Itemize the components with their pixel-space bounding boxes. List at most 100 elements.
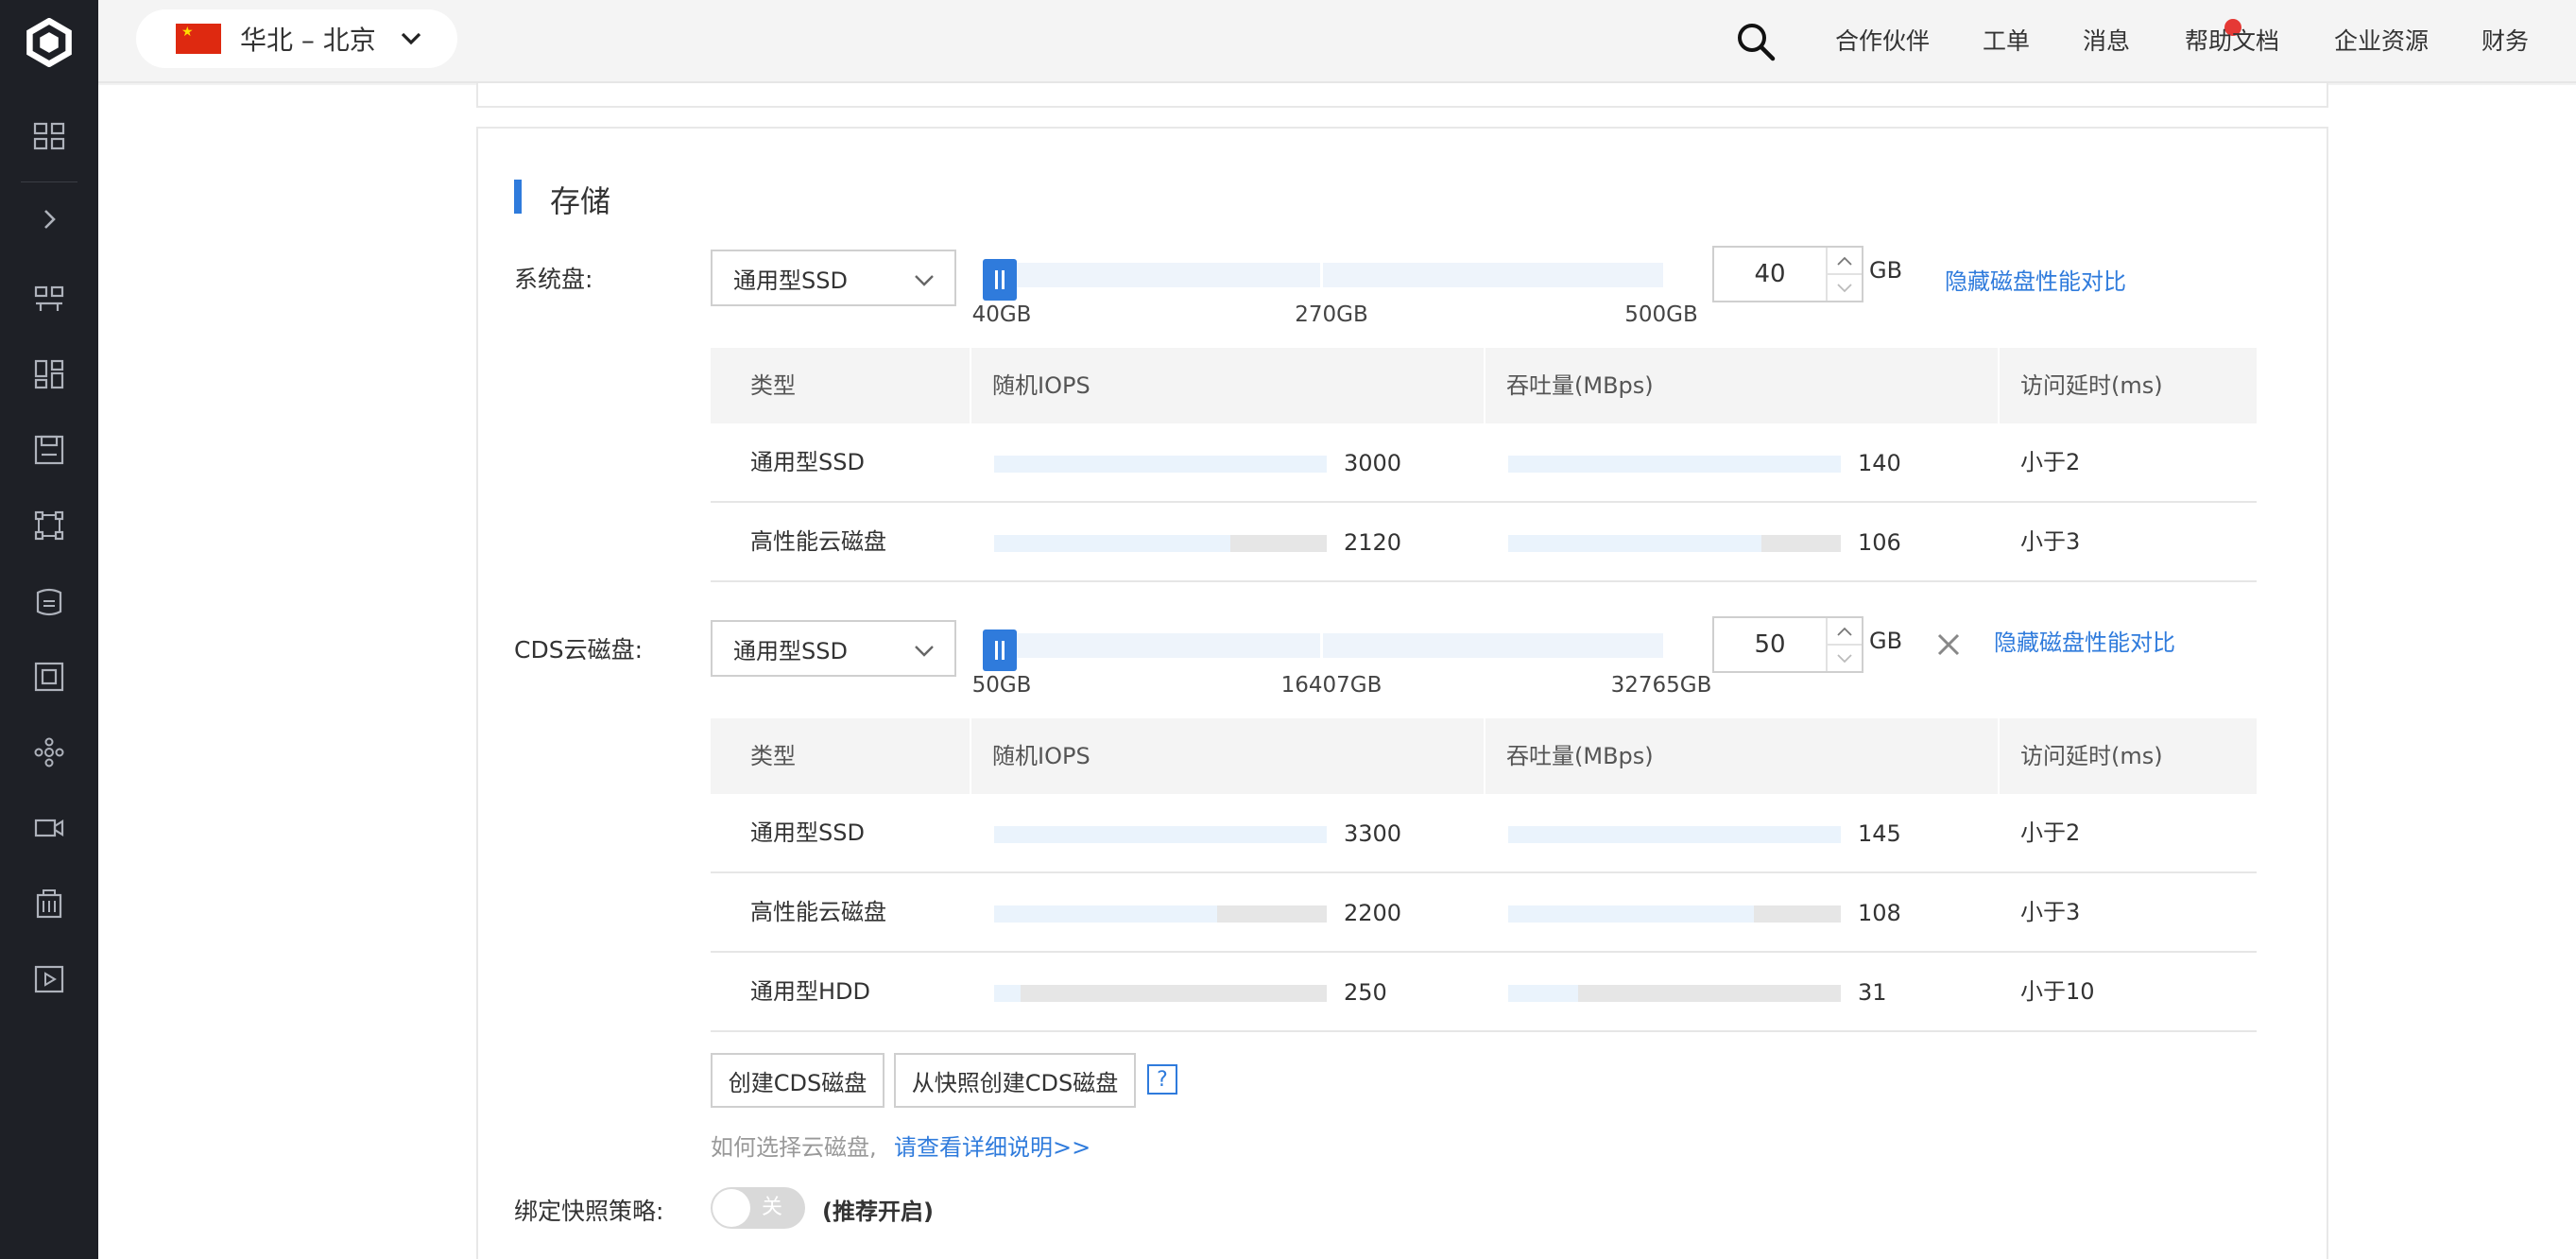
row-latency: 小于10 <box>2020 978 2095 1005</box>
search-icon[interactable] <box>1733 19 1778 64</box>
col-throughput: 吞吐量(MBps) <box>1506 743 1654 769</box>
expand-icon[interactable] <box>25 195 74 244</box>
slider-tick-mid: 16407GB <box>1280 673 1382 698</box>
throughput-bar <box>1508 535 1841 552</box>
topology-icon[interactable] <box>25 274 74 323</box>
cds-disk-type-select[interactable]: 通用型SSD <box>711 620 956 677</box>
hide-perf-compare-link[interactable]: 隐藏磁盘性能对比 <box>1945 263 2126 296</box>
chip-icon[interactable] <box>25 652 74 701</box>
table-header: 类型 随机IOPS 吞吐量(MBps) 访问延时(ms) <box>711 348 2257 423</box>
chevron-up-icon <box>1837 627 1852 636</box>
col-latency: 访问延时(ms) <box>2020 372 2163 399</box>
table-row: 通用型SSD 3300 145 小于2 <box>711 794 2257 873</box>
row-latency: 小于3 <box>2020 528 2081 555</box>
cds-disk-unit: GB <box>1869 628 1903 654</box>
cds-disk-label: CDS云磁盘: <box>514 636 643 664</box>
throughput-bar <box>1508 905 1841 923</box>
row-latency: 小于2 <box>2020 449 2081 475</box>
chevron-up-icon <box>1837 256 1852 266</box>
slider-tick-min: 50GB <box>971 673 1032 698</box>
disk-icon[interactable] <box>25 425 74 474</box>
database-icon[interactable] <box>25 577 74 626</box>
nav-partners[interactable]: 合作伙伴 <box>1835 23 1930 57</box>
slider-handle[interactable] <box>983 630 1017 671</box>
section-title: 存储 <box>550 183 611 219</box>
create-cds-button[interactable]: 创建CDS磁盘 <box>711 1053 884 1108</box>
dashboard-icon[interactable] <box>25 112 74 161</box>
chevron-down-icon <box>915 646 934 657</box>
cds-disk-perf-table: 类型 随机IOPS 吞吐量(MBps) 访问延时(ms) 通用型SSD 3300… <box>711 718 2257 1032</box>
col-latency: 访问延时(ms) <box>2020 743 2163 769</box>
slider-tick-max: 32765GB <box>1610 673 1712 698</box>
row-iops: 3300 <box>1344 820 1402 847</box>
iops-bar <box>994 905 1327 923</box>
top-bar: ★ 华北 – 北京 合作伙伴 工单 消息 帮助文档 企业资源 财务 <box>98 0 2576 83</box>
chevron-down-icon <box>1837 283 1852 292</box>
grid-icon[interactable] <box>25 350 74 399</box>
iops-bar <box>994 456 1327 473</box>
increment-button[interactable] <box>1828 618 1862 644</box>
region-selector[interactable]: ★ 华北 – 北京 <box>136 9 457 68</box>
system-disk-perf-table: 类型 随机IOPS 吞吐量(MBps) 访问延时(ms) 通用型SSD 3000… <box>711 348 2257 582</box>
row-throughput: 145 <box>1858 820 1901 847</box>
storage-card: 存储 系统盘: 通用型SSD 40GB 270GB 500GB GB 隐藏磁盘性… <box>476 127 2328 1259</box>
table-row: 高性能云磁盘 2200 108 小于3 <box>711 873 2257 953</box>
row-throughput: 140 <box>1858 450 1901 476</box>
main-content: 存储 系统盘: 通用型SSD 40GB 270GB 500GB GB 隐藏磁盘性… <box>98 83 2576 1259</box>
col-type: 类型 <box>750 743 796 769</box>
system-disk-unit: GB <box>1869 257 1903 284</box>
row-latency: 小于2 <box>2020 819 2081 846</box>
region-label: 华北 – 北京 <box>240 25 376 56</box>
cds-disk-size-stepper[interactable] <box>1712 616 1863 673</box>
building-icon[interactable] <box>25 879 74 928</box>
cds-disk-slider[interactable] <box>983 630 1663 671</box>
col-type: 类型 <box>750 372 796 399</box>
increment-button[interactable] <box>1828 248 1862 273</box>
col-iops: 随机IOPS <box>992 743 1091 769</box>
slider-track <box>983 633 1663 658</box>
hide-perf-compare-link[interactable]: 隐藏磁盘性能对比 <box>1994 624 2175 657</box>
system-disk-type-value: 通用型SSD <box>733 267 848 294</box>
close-icon[interactable] <box>1933 630 1964 660</box>
system-disk-size-input[interactable] <box>1714 248 1826 301</box>
row-throughput: 31 <box>1858 979 1887 1006</box>
nav-enterprise[interactable]: 企业资源 <box>2334 23 2429 57</box>
cds-disk-type-value: 通用型SSD <box>733 637 848 664</box>
snapshot-policy-toggle[interactable]: 关 <box>711 1187 805 1229</box>
decrement-button[interactable] <box>1828 644 1862 671</box>
row-latency: 小于3 <box>2020 899 2081 925</box>
throughput-bar <box>1508 826 1841 843</box>
nav-tickets[interactable]: 工单 <box>1983 23 2030 57</box>
network-icon[interactable] <box>25 501 74 550</box>
sidebar-divider <box>21 181 77 182</box>
iops-bar <box>994 535 1327 552</box>
slider-tick-max: 500GB <box>1624 302 1698 327</box>
row-iops: 250 <box>1344 979 1387 1006</box>
iops-bar <box>994 985 1327 1002</box>
previous-section-card <box>476 83 2328 108</box>
decrement-button[interactable] <box>1828 273 1862 301</box>
system-disk-type-select[interactable]: 通用型SSD <box>711 250 956 306</box>
chevron-down-icon <box>1837 653 1852 663</box>
table-row: 高性能云磁盘 2120 106 小于3 <box>711 503 2257 582</box>
col-throughput: 吞吐量(MBps) <box>1506 372 1654 399</box>
logo-icon[interactable] <box>13 9 85 76</box>
nav-messages[interactable]: 消息 <box>2083 23 2130 57</box>
cluster-icon[interactable] <box>25 728 74 777</box>
row-type: 通用型HDD <box>750 978 871 1005</box>
cds-disk-size-input[interactable] <box>1714 618 1826 671</box>
video-icon[interactable] <box>25 803 74 853</box>
play-icon[interactable] <box>25 955 74 1004</box>
slider-handle[interactable] <box>983 259 1017 301</box>
system-disk-slider[interactable] <box>983 259 1663 301</box>
help-icon[interactable]: ? <box>1147 1064 1177 1095</box>
create-cds-from-snapshot-button[interactable]: 从快照创建CDS磁盘 <box>894 1053 1136 1108</box>
throughput-bar <box>1508 985 1841 1002</box>
detail-link[interactable]: 请查看详细说明>> <box>894 1129 1091 1162</box>
system-disk-size-stepper[interactable] <box>1712 246 1863 302</box>
nav-finance[interactable]: 财务 <box>2482 23 2529 57</box>
nav-help-docs[interactable]: 帮助文档 <box>2185 23 2279 57</box>
row-type: 通用型SSD <box>750 819 865 846</box>
system-disk-label: 系统盘: <box>514 266 593 293</box>
row-type: 通用型SSD <box>750 449 865 475</box>
